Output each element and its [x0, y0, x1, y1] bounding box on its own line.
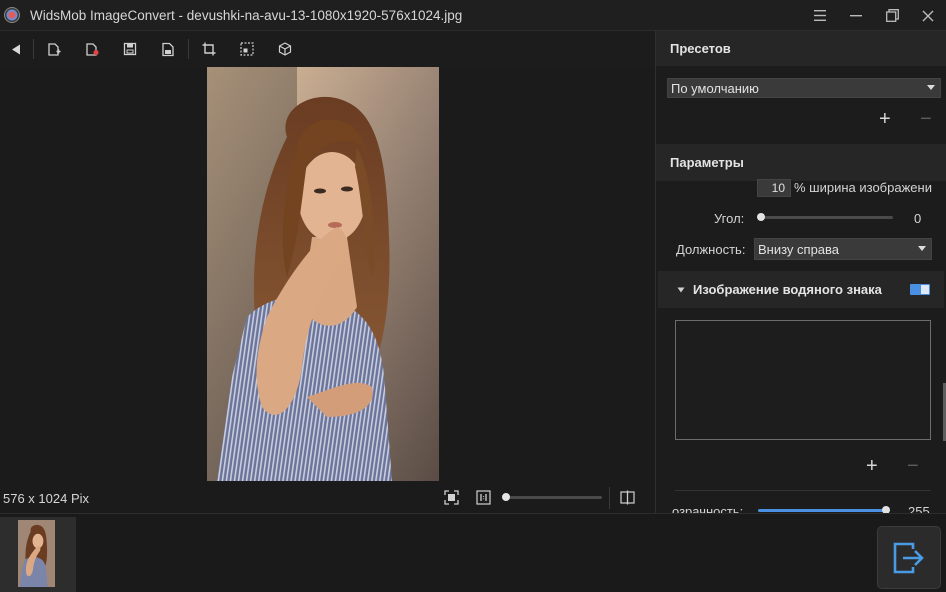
- thumbnail-image: [18, 520, 55, 587]
- opacity-slider-knob[interactable]: [882, 506, 890, 513]
- angle-label: Угол:: [714, 211, 745, 226]
- actual-size-icon[interactable]: [476, 490, 491, 508]
- watermark-image-title: Изображение водяного знака: [693, 282, 882, 297]
- remove-watermark-button[interactable]: −: [907, 456, 919, 476]
- params-header: Параметры: [656, 144, 946, 181]
- menu-icon[interactable]: [802, 0, 838, 31]
- panel-separator: [675, 490, 931, 491]
- watermark-width-input[interactable]: 10: [757, 179, 791, 197]
- status-separator: [609, 487, 610, 509]
- thumbnail-item[interactable]: [0, 517, 76, 592]
- angle-slider[interactable]: [757, 213, 893, 221]
- toolbar-separator: [33, 39, 34, 59]
- add-file-icon[interactable]: [35, 34, 73, 64]
- zoom-slider-knob[interactable]: [502, 493, 510, 501]
- window-controls: [802, 0, 946, 31]
- restore-icon[interactable]: [874, 0, 910, 31]
- opacity-slider[interactable]: [758, 506, 890, 513]
- chevron-down-icon: [927, 85, 935, 90]
- title-bar: WidsMob ImageConvert - devushki-na-avu-1…: [0, 0, 946, 31]
- resize-icon[interactable]: [228, 34, 266, 64]
- image-canvas[interactable]: [0, 67, 656, 485]
- preset-select[interactable]: По умолчанию: [667, 78, 941, 98]
- export-button[interactable]: [877, 526, 941, 589]
- compare-view-icon[interactable]: [620, 490, 635, 508]
- settings-panel: Пресетов По умолчанию + − Параметры 10 %…: [656, 31, 946, 513]
- preset-select-value: По умолчанию: [671, 80, 759, 96]
- watermark-toggle[interactable]: [910, 284, 930, 295]
- preview-image: [207, 67, 439, 481]
- position-select-value: Внизу справа: [758, 241, 840, 257]
- save-as-icon[interactable]: [149, 34, 187, 64]
- opacity-value: 255: [908, 504, 930, 513]
- watermark-image-dropzone[interactable]: [675, 320, 931, 440]
- collapse-arrow-icon: [677, 287, 685, 292]
- crop-icon[interactable]: [190, 34, 228, 64]
- thumbnail-strip: [0, 513, 946, 592]
- status-bar: 576 x 1024 Pix: [0, 485, 656, 513]
- angle-value: 0: [914, 211, 922, 226]
- angle-slider-knob[interactable]: [757, 213, 765, 221]
- app-logo-icon: [4, 7, 20, 23]
- toolbar: [0, 31, 656, 67]
- minimize-icon[interactable]: [838, 0, 874, 31]
- export-icon: [893, 542, 924, 573]
- image-dimensions: 576 x 1024 Pix: [3, 491, 90, 506]
- watermark-width-suffix: % ширина изображени: [794, 180, 932, 195]
- close-icon[interactable]: [910, 0, 946, 31]
- position-label: Должность:: [676, 242, 746, 257]
- opacity-label: озрачность:: [672, 504, 744, 513]
- save-icon[interactable]: [111, 34, 149, 64]
- chevron-down-icon: [918, 246, 926, 251]
- fit-to-window-icon[interactable]: [444, 490, 459, 508]
- back-icon[interactable]: [0, 34, 32, 64]
- add-preset-button[interactable]: +: [879, 109, 891, 129]
- presets-header: Пресетов: [656, 31, 946, 66]
- add-watermark-button[interactable]: +: [866, 456, 878, 476]
- position-select[interactable]: Внизу справа: [754, 238, 932, 260]
- zoom-slider[interactable]: [502, 493, 602, 501]
- remove-preset-button[interactable]: −: [920, 109, 932, 129]
- watermark-icon[interactable]: [266, 34, 304, 64]
- watermark-image-header[interactable]: Изображение водяного знака: [658, 271, 944, 308]
- remove-file-icon[interactable]: [73, 34, 111, 64]
- toolbar-separator: [188, 39, 189, 59]
- window-title: WidsMob ImageConvert - devushki-na-avu-1…: [30, 7, 463, 23]
